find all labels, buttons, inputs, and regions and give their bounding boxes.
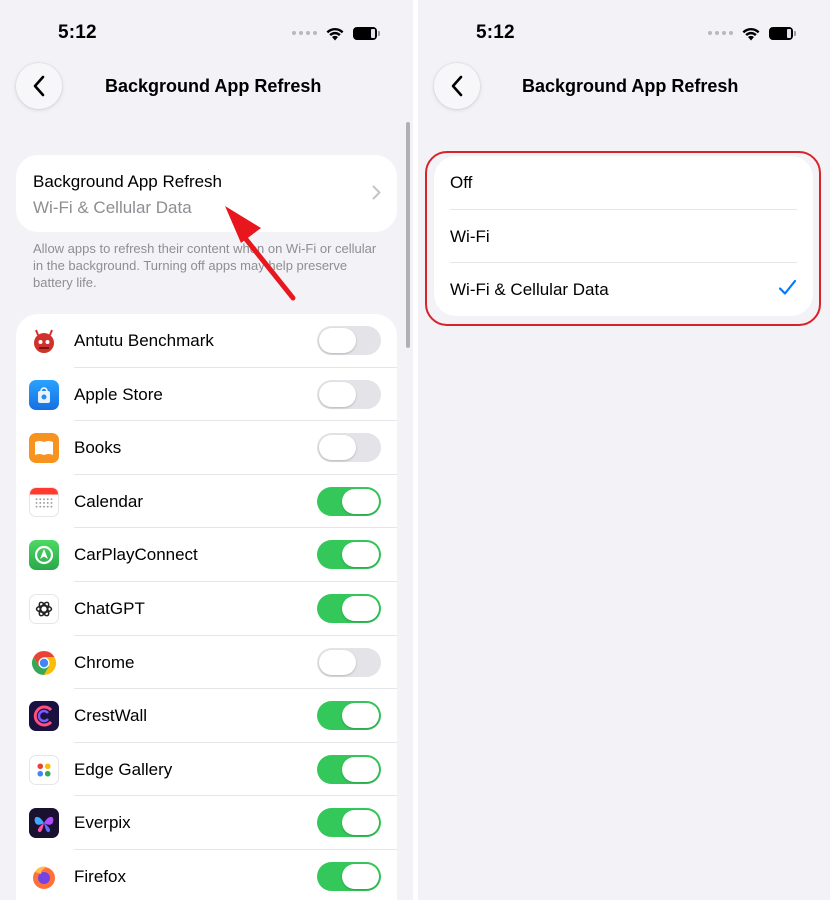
chrome-icon	[29, 647, 59, 678]
toggle-everpix[interactable]	[317, 808, 381, 838]
setting-value: Wi-Fi & Cellular Data	[33, 198, 192, 217]
app-row-calendar: Calendar	[16, 475, 397, 529]
app-row-books: Books	[16, 421, 397, 475]
cellular-dots-icon	[292, 31, 317, 35]
page-title: Background App Refresh	[105, 76, 322, 96]
toggle-antutu-benchmark[interactable]	[317, 326, 381, 355]
edge-gallery-icon	[29, 754, 59, 785]
app-name: CrestWall	[74, 706, 148, 726]
apple-store-icon	[29, 379, 59, 410]
status-time: 5:12	[58, 22, 97, 43]
red-arrow-annotation	[225, 206, 296, 301]
app-name: Everpix	[74, 813, 131, 833]
app-row-crestwall: CrestWall	[16, 689, 397, 743]
back-button[interactable]	[434, 63, 480, 109]
red-highlight-box	[425, 151, 821, 326]
chatgpt-icon	[29, 594, 59, 624]
toggle-calendar[interactable]	[317, 486, 381, 516]
books-icon	[29, 433, 59, 464]
app-name: Books	[74, 438, 122, 458]
toggle-chrome[interactable]	[317, 647, 381, 677]
chevron-left-icon	[33, 75, 45, 97]
status-icons	[292, 22, 380, 44]
page-title: Background App Refresh	[522, 76, 739, 96]
cellular-dots-icon	[708, 31, 733, 35]
setting-label: Background App Refresh	[33, 172, 223, 191]
app-name: CarPlayConnect	[74, 545, 198, 565]
app-name: Calendar	[74, 491, 143, 511]
app-row-chatgpt: ChatGPT	[16, 582, 397, 636]
firefox-icon	[29, 862, 59, 892]
app-list: Antutu Benchmark Apple Store Books Calen…	[16, 314, 397, 900]
app-name: ChatGPT	[74, 599, 145, 618]
right-screen: 5:12 Background App Refresh Off Wi-Fi Wi…	[418, 0, 830, 900]
app-row-chrome: Chrome	[16, 636, 397, 690]
app-name: Chrome	[74, 652, 135, 672]
calendar-icon	[29, 486, 59, 517]
scrollbar[interactable]	[406, 122, 410, 348]
app-row-antutu-benchmark: Antutu Benchmark	[16, 314, 397, 368]
footnote-text: Allow apps to refresh their content when…	[33, 241, 377, 290]
toggle-crestwall[interactable]	[317, 701, 381, 731]
battery-icon	[353, 26, 380, 40]
app-name: Edge Gallery	[74, 759, 173, 779]
app-row-firefox: Firefox	[16, 850, 397, 900]
toggle-apple-store[interactable]	[317, 379, 381, 409]
back-button[interactable]	[16, 63, 62, 109]
left-screen: 5:12 Background App Refresh Background A…	[0, 0, 413, 900]
wifi-icon	[326, 27, 344, 40]
wifi-icon	[742, 27, 760, 40]
battery-icon	[769, 26, 796, 40]
app-row-everpix: Everpix	[16, 796, 397, 850]
chevron-left-icon	[451, 75, 463, 97]
status-time: 5:12	[476, 22, 515, 43]
toggle-chatgpt[interactable]	[317, 594, 381, 623]
carplayconnect-icon	[29, 540, 59, 571]
app-name: Antutu Benchmark	[74, 331, 214, 350]
toggle-books[interactable]	[317, 433, 381, 463]
status-icons	[708, 22, 796, 44]
antutu-icon	[29, 326, 59, 356]
app-name: Apple Store	[74, 384, 163, 404]
everpix-icon	[29, 808, 59, 839]
chevron-right-icon	[372, 185, 381, 200]
app-row-edge-gallery: Edge Gallery	[16, 743, 397, 797]
toggle-edge-gallery[interactable]	[317, 754, 381, 784]
toggle-carplayconnect[interactable]	[317, 540, 381, 570]
crestwall-icon	[29, 701, 59, 732]
app-row-carplayconnect: CarPlayConnect	[16, 528, 397, 582]
app-name: Firefox	[74, 867, 126, 886]
app-row-apple-store: Apple Store	[16, 368, 397, 422]
toggle-firefox[interactable]	[317, 862, 381, 891]
background-app-refresh-setting[interactable]: Background App Refresh Wi-Fi & Cellular …	[16, 155, 397, 232]
